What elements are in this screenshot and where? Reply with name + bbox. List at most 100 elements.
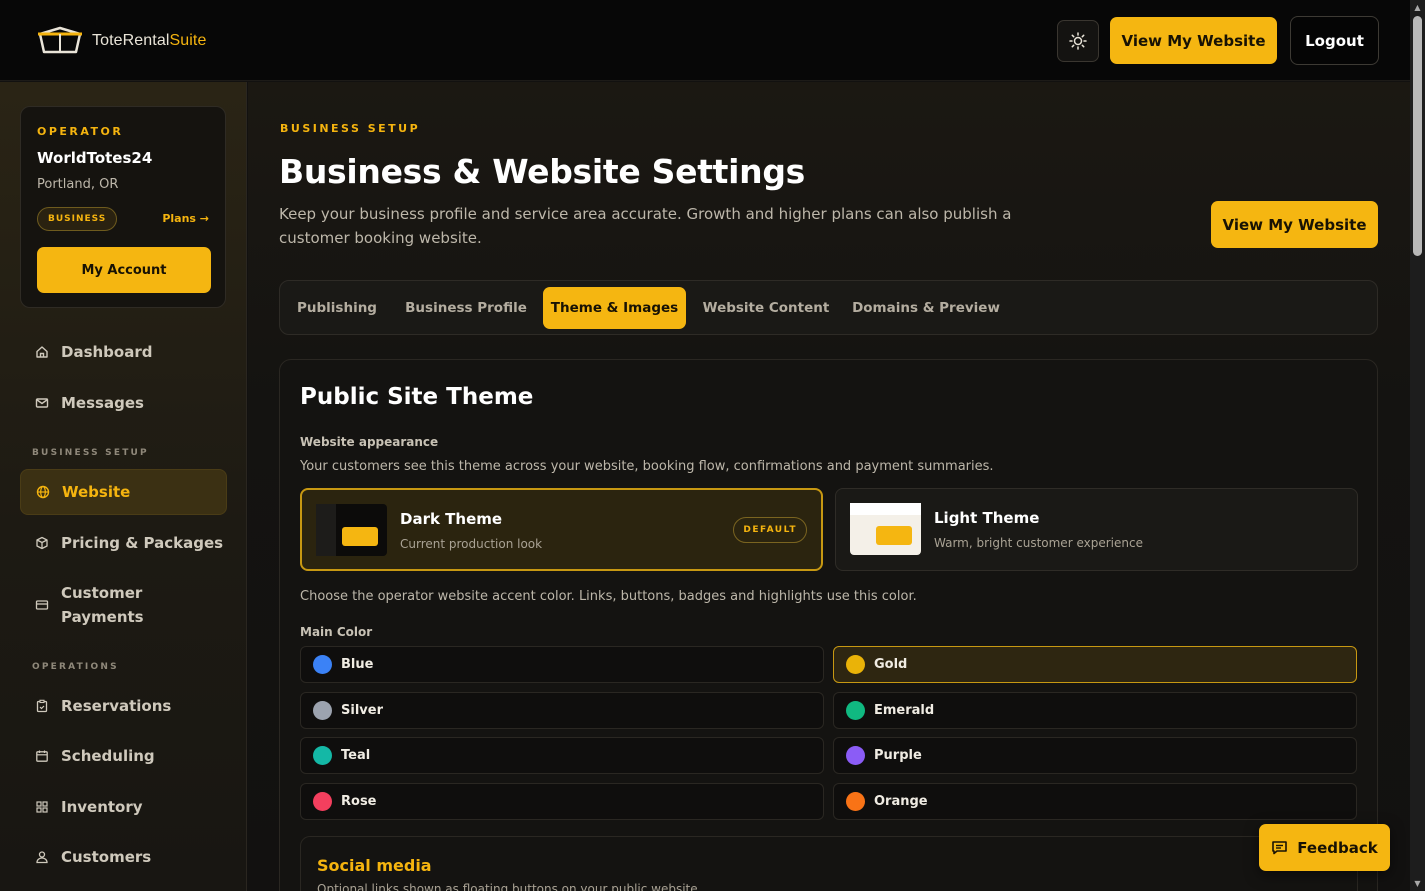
theme-option-dark[interactable]: Dark Theme Current production look DEFAU…	[300, 488, 823, 571]
light-theme-preview	[850, 503, 921, 555]
grid-icon	[36, 801, 48, 813]
theme-toggle-button[interactable]	[1057, 20, 1099, 62]
page-eyebrow: BUSINESS SETUP	[280, 122, 421, 135]
color-name: Gold	[874, 657, 908, 672]
color-swatch	[846, 746, 865, 765]
social-description: Optional links shown as floating buttons…	[317, 882, 698, 891]
sidebar-item-scheduling[interactable]: Scheduling	[20, 736, 227, 776]
scroll-thumb[interactable]	[1413, 16, 1422, 256]
package-icon	[36, 536, 48, 550]
color-option-rose[interactable]: Rose	[300, 783, 824, 820]
sidebar-item-reservations[interactable]: Reservations	[20, 686, 227, 726]
color-option-emerald[interactable]: Emerald	[833, 692, 1357, 729]
sidebar-item-customers[interactable]: Customers	[20, 837, 227, 877]
default-badge: DEFAULT	[733, 517, 807, 543]
plans-link[interactable]: Plans →	[162, 212, 209, 225]
color-swatch	[846, 792, 865, 811]
page-description: Keep your business profile and service a…	[279, 205, 1012, 247]
sidebar-item-inventory[interactable]: Inventory	[20, 787, 227, 827]
color-swatch	[846, 655, 865, 674]
clipboard-icon	[36, 699, 48, 713]
sidebar-item-label: Customer Payments	[61, 584, 144, 626]
color-swatch	[313, 655, 332, 674]
color-option-silver[interactable]: Silver	[300, 692, 824, 729]
app-logo[interactable]: ToteRentalSuite	[36, 26, 206, 56]
color-name: Rose	[341, 794, 377, 809]
color-option-gold[interactable]: Gold	[833, 646, 1357, 683]
color-option-blue[interactable]: Blue	[300, 646, 824, 683]
tab-domains-preview[interactable]: Domains & Preview	[846, 287, 1006, 329]
sidebar-item-label: Website	[62, 483, 131, 501]
view-website-button-main[interactable]: View My Website	[1211, 201, 1378, 248]
color-option-teal[interactable]: Teal	[300, 737, 824, 774]
tab-website-content[interactable]: Website Content	[696, 287, 836, 329]
theme-description: Current production look	[400, 537, 543, 551]
nav-section-operations: OPERATIONS	[32, 662, 119, 672]
accent-description: Choose the operator website accent color…	[300, 589, 917, 604]
theme-panel: Public Site Theme Website appearance You…	[279, 359, 1378, 891]
home-icon	[36, 346, 48, 358]
plan-badge: BUSINESS	[37, 207, 118, 231]
sidebar: OPERATOR WorldTotes24 Portland, OR BUSIN…	[0, 82, 247, 891]
sidebar-item-website[interactable]: Website	[20, 469, 227, 515]
color-name: Purple	[874, 748, 922, 763]
sidebar-item-customer-payments[interactable]: Customer Payments	[20, 577, 227, 633]
top-bar: ToteRentalSuite View My Website Logout	[0, 0, 1410, 81]
globe-icon	[36, 485, 50, 499]
tab-theme-images[interactable]: Theme & Images	[543, 287, 686, 329]
sidebar-item-pricing[interactable]: Pricing & Packages	[20, 522, 227, 564]
appearance-description: Your customers see this theme across you…	[300, 459, 994, 474]
feedback-label: Feedback	[1297, 838, 1378, 857]
panel-title: Public Site Theme	[300, 384, 534, 410]
sidebar-item-messages[interactable]: Messages	[20, 383, 227, 423]
color-name: Orange	[874, 794, 928, 809]
view-website-button[interactable]: View My Website	[1110, 17, 1277, 64]
dark-theme-preview	[316, 504, 387, 556]
color-name: Silver	[341, 703, 383, 718]
appearance-label: Website appearance	[300, 435, 439, 449]
theme-description: Warm, bright customer experience	[934, 536, 1143, 550]
sidebar-item-label: Dashboard	[61, 343, 153, 361]
scroll-down-icon[interactable]: ▼	[1413, 879, 1422, 888]
color-swatch	[313, 746, 332, 765]
operator-location: Portland, OR	[37, 177, 119, 192]
main-content: BUSINESS SETUP Business & Website Settin…	[248, 82, 1410, 891]
operator-name: WorldTotes24	[37, 149, 153, 167]
social-title: Social media	[317, 856, 432, 875]
social-media-section: Social media Optional links shown as flo…	[300, 836, 1358, 891]
sidebar-item-label: Scheduling	[61, 747, 155, 765]
sidebar-item-label: Pricing & Packages	[61, 534, 224, 552]
operator-card: OPERATOR WorldTotes24 Portland, OR BUSIN…	[20, 106, 226, 308]
theme-name: Dark Theme	[400, 510, 503, 528]
color-swatch	[313, 792, 332, 811]
page-title: Business & Website Settings	[279, 152, 806, 191]
app-name: ToteRentalSuite	[92, 32, 207, 49]
color-name: Teal	[341, 748, 371, 763]
sidebar-item-label: Reservations	[61, 697, 172, 715]
users-icon	[36, 851, 48, 864]
my-account-button[interactable]: My Account	[37, 247, 211, 293]
scroll-up-icon[interactable]: ▲	[1413, 3, 1422, 12]
color-swatch	[313, 701, 332, 720]
theme-option-light[interactable]: Light Theme Warm, bright customer experi…	[835, 488, 1358, 571]
sidebar-item-dashboard[interactable]: Dashboard	[20, 332, 227, 372]
color-option-purple[interactable]: Purple	[833, 737, 1357, 774]
tab-publishing[interactable]: Publishing	[288, 287, 386, 329]
page-scrollbar[interactable]: ▲ ▼	[1410, 0, 1425, 891]
color-option-orange[interactable]: Orange	[833, 783, 1357, 820]
operator-label: OPERATOR	[37, 125, 124, 138]
tab-business-profile[interactable]: Business Profile	[398, 287, 534, 329]
sidebar-item-label: Customers	[61, 848, 152, 866]
mail-icon	[35, 398, 49, 408]
tote-box-icon	[38, 26, 82, 54]
logout-button[interactable]: Logout	[1290, 16, 1379, 65]
color-name: Blue	[341, 657, 374, 672]
color-name: Emerald	[874, 703, 935, 718]
color-swatch	[846, 701, 865, 720]
settings-tabs: Publishing Business Profile Theme & Imag…	[279, 280, 1378, 335]
nav-section-business-setup: BUSINESS SETUP	[32, 448, 149, 458]
chat-icon	[1272, 841, 1288, 855]
feedback-button[interactable]: Feedback	[1259, 824, 1390, 871]
theme-name: Light Theme	[934, 509, 1040, 527]
card-icon	[35, 600, 49, 610]
